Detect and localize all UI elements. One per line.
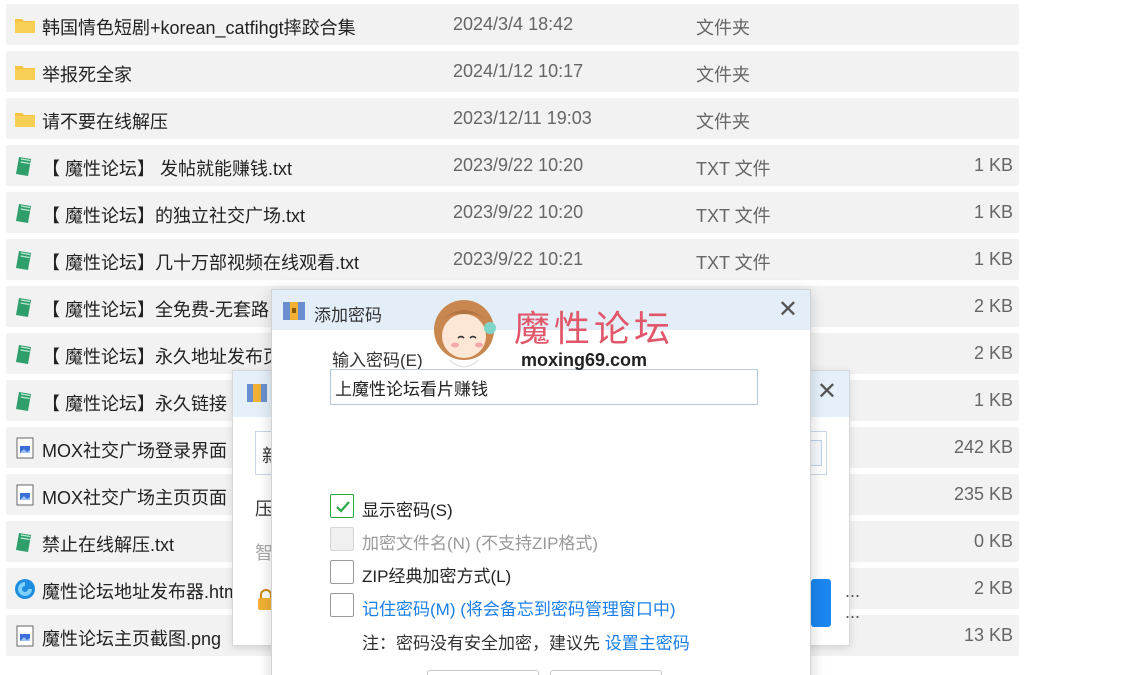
- password-label: 输入密码(E): [332, 351, 423, 370]
- checkmark-icon: [336, 501, 350, 513]
- file-type: TXT 文件: [696, 206, 771, 226]
- file-name: 【 魔性论坛】全免费-无套路: [42, 300, 269, 320]
- txt-file-icon: [14, 202, 36, 224]
- file-row[interactable]: 韩国情色短剧+korean_catfihgt摔跤合集 2024/3/4 18:42…: [6, 4, 1019, 45]
- txt-file-icon: [14, 249, 36, 271]
- file-size: 1 KB: [973, 202, 1013, 222]
- file-size: 13 KB: [963, 625, 1013, 645]
- txt-file-icon: [14, 531, 36, 553]
- image-file-icon: [14, 484, 36, 506]
- dialog-title: 添加密码: [314, 306, 382, 325]
- file-row[interactable]: 【 魔性论坛】的独立社交广场.txt 2023/9/22 10:20 TXT 文件 1…: [6, 192, 1019, 233]
- folder-icon: [14, 108, 36, 130]
- file-name: 【 魔性论坛】永久链接: [42, 394, 227, 414]
- file-date: 2023/12/11 19:03: [453, 108, 592, 128]
- set-master-password-link[interactable]: 设置主密码: [605, 634, 690, 653]
- show-password-label: 显示密码(S): [362, 501, 453, 520]
- watermark: 魔性论坛 moxing69.com: [418, 290, 688, 374]
- file-name: 【 魔性论坛】 发帖就能赚钱.txt: [42, 159, 293, 179]
- zip-classic-checkbox[interactable]: [330, 560, 354, 584]
- file-date: 2023/9/22 10:20: [453, 155, 584, 175]
- file-size: 1 KB: [973, 390, 1013, 410]
- file-date: 2024/3/4 18:42: [453, 14, 574, 34]
- file-name: 韩国情色短剧+korean_catfihgt摔跤合集: [42, 18, 356, 38]
- file-type: TXT 文件: [696, 159, 771, 179]
- file-size: 2 KB: [973, 296, 1013, 316]
- remember-password-label: 记住密码(M) (将会备忘到密码管理窗口中): [362, 595, 676, 620]
- watermark-url: moxing69.com: [521, 350, 648, 370]
- security-note-text: 注：密码没有安全加密，建议先: [362, 634, 600, 653]
- file-name: 【 魔性论坛】永久地址发布页: [42, 347, 281, 367]
- file-name: MOX社交广场主页页面: [42, 488, 228, 508]
- file-name: 举报死全家: [42, 65, 132, 85]
- file-size: 1 KB: [973, 249, 1013, 269]
- background-dialog-close-button[interactable]: ✕: [817, 377, 837, 406]
- file-row[interactable]: 【 魔性论坛】 发帖就能赚钱.txt 2023/9/22 10:20 TXT 文件 1…: [6, 145, 1019, 186]
- cancel-button[interactable]: [550, 670, 662, 675]
- dialog-close-button[interactable]: ✕: [778, 296, 798, 324]
- file-name: 魔性论坛地址发布器.htm: [42, 582, 240, 602]
- show-password-checkbox[interactable]: [330, 494, 354, 518]
- remember-password-text: 记住密码(M): [362, 600, 456, 619]
- archive-icon: [247, 384, 267, 402]
- image-file-icon: [14, 437, 36, 459]
- file-size: 1 KB: [973, 155, 1013, 175]
- background-dialog-primary-button[interactable]: [811, 579, 831, 627]
- ok-button[interactable]: [427, 670, 539, 675]
- browser-file-icon: [14, 578, 36, 600]
- file-name: MOX社交广场登录界面: [42, 441, 228, 461]
- background-dialog-more-text: ... ...: [845, 581, 861, 622]
- file-name: 禁止在线解压.txt: [42, 535, 175, 555]
- encrypt-filenames-label: 加密文件名(N) (不支持ZIP格式): [362, 534, 599, 553]
- file-row[interactable]: 举报死全家 2024/1/12 10:17 文件夹: [6, 51, 1019, 92]
- file-row[interactable]: 【 魔性论坛】几十万部视频在线观看.txt 2023/9/22 10:21 TXT …: [6, 239, 1019, 280]
- txt-file-icon: [14, 155, 36, 177]
- file-date: 2023/9/22 10:21: [453, 249, 584, 269]
- security-note: 注：密码没有安全加密，建议先 设置主密码: [362, 629, 690, 654]
- archive-icon: [283, 302, 305, 320]
- folder-icon: [14, 14, 36, 36]
- file-name: 魔性论坛主页截图.png: [42, 629, 222, 649]
- txt-file-icon: [14, 390, 36, 412]
- txt-file-icon: [14, 343, 36, 365]
- file-type: TXT 文件: [696, 253, 771, 273]
- file-date: 2023/9/22 10:20: [453, 202, 584, 222]
- file-size: 0 KB: [973, 531, 1013, 551]
- zip-classic-label: ZIP经典加密方式(L): [362, 567, 512, 586]
- password-input[interactable]: [330, 369, 758, 405]
- remember-password-hint: (将会备忘到密码管理窗口中): [460, 600, 676, 619]
- encrypt-filenames-checkbox: [330, 527, 354, 551]
- file-type: 文件夹: [696, 18, 750, 38]
- folder-icon: [14, 61, 36, 83]
- file-size: 2 KB: [973, 578, 1013, 598]
- file-name: 【 魔性论坛】几十万部视频在线观看.txt: [42, 253, 360, 273]
- file-date: 2024/1/12 10:17: [453, 61, 584, 81]
- file-size: 242 KB: [953, 437, 1013, 457]
- file-name: 请不要在线解压: [42, 112, 168, 132]
- file-size: 2 KB: [973, 343, 1013, 363]
- remember-password-checkbox[interactable]: [330, 593, 354, 617]
- image-file-icon: [14, 625, 36, 647]
- file-row[interactable]: 请不要在线解压 2023/12/11 19:03 文件夹: [6, 98, 1019, 139]
- file-name: 【 魔性论坛】的独立社交广场.txt: [42, 206, 306, 226]
- watermark-title: 魔性论坛: [514, 309, 675, 350]
- cartoon-girl-logo: [434, 300, 496, 368]
- file-size: 235 KB: [953, 484, 1013, 504]
- file-type: 文件夹: [696, 112, 750, 132]
- txt-file-icon: [14, 296, 36, 318]
- file-type: 文件夹: [696, 65, 750, 85]
